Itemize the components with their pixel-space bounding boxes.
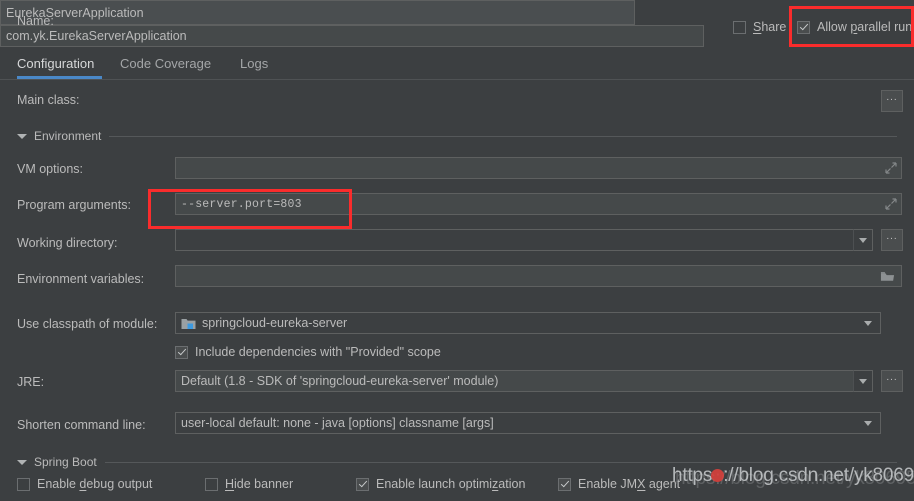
environment-variables-label: Environment variables:	[17, 272, 145, 286]
share-checkbox-label: Share	[753, 20, 787, 34]
section-divider-line	[109, 135, 897, 137]
allow-parallel-run-checkbox[interactable]: Allow parallel run	[797, 20, 912, 34]
folder-icon[interactable]	[880, 270, 895, 282]
main-class-row: Main class:	[17, 93, 80, 107]
enable-launch-optimization-checkbox-box	[356, 477, 369, 491]
program-arguments-row: Program arguments:	[17, 198, 131, 212]
use-classpath-of-module-label: Use classpath of module:	[17, 317, 158, 331]
chevron-down-icon	[859, 237, 867, 243]
include-dependencies-checkbox[interactable]: Include dependencies with "Provided" sco…	[175, 345, 441, 359]
tab-underline-divider	[0, 79, 914, 80]
name-label: Name:	[17, 14, 54, 28]
name-row: Name:	[17, 14, 54, 28]
enable-debug-output-checkbox-box	[17, 477, 30, 491]
watermark: https://blog.csdn.net/yk80695816	[672, 465, 914, 486]
main-class-input[interactable]: com.yk.EurekaServerApplication	[0, 25, 704, 47]
include-dependencies-checkbox-box	[175, 345, 188, 359]
working-directory-browse-button[interactable]: ...	[881, 229, 903, 251]
shorten-command-line-value: user-local default: none - java [options…	[181, 416, 494, 430]
share-checkbox-box	[733, 20, 746, 34]
enable-launch-optimization-checkbox[interactable]: Enable launch optimization	[356, 477, 525, 491]
name-input[interactable]: EurekaServerApplication	[0, 0, 635, 25]
enable-debug-output-label: Enable debug output	[37, 477, 153, 491]
jre-browse-button[interactable]: ...	[881, 370, 903, 392]
use-classpath-of-module-combo[interactable]: springcloud-eureka-server	[175, 312, 881, 334]
environment-section-header[interactable]: Environment	[17, 129, 897, 143]
jre-value: Default (1.8 - SDK of 'springcloud-eurek…	[181, 374, 499, 388]
spring-boot-section-title: Spring Boot	[34, 455, 97, 469]
working-directory-input[interactable]	[175, 229, 853, 251]
chevron-down-icon	[864, 320, 872, 326]
use-classpath-of-module-row: Use classpath of module:	[17, 317, 157, 331]
shorten-command-line-label: Shorten command line:	[17, 418, 146, 432]
expand-icon[interactable]	[885, 162, 897, 174]
tab-code-coverage[interactable]: Code Coverage	[120, 48, 215, 79]
working-directory-label: Working directory:	[17, 236, 118, 250]
hide-banner-checkbox-box	[205, 477, 218, 491]
main-class-browse-button[interactable]: ...	[881, 90, 903, 112]
vm-options-label: VM options:	[17, 162, 84, 176]
section-divider-line	[104, 461, 897, 463]
enable-launch-optimization-label: Enable launch optimization	[376, 477, 526, 491]
enable-jmx-agent-checkbox[interactable]: Enable JMX agent	[558, 477, 680, 491]
module-icon	[181, 317, 196, 330]
tab-configuration[interactable]: Configuration	[17, 48, 102, 79]
working-directory-row: Working directory:	[17, 236, 118, 250]
jre-combo[interactable]: Default (1.8 - SDK of 'springcloud-eurek…	[175, 370, 853, 392]
collapse-triangle-icon	[17, 459, 27, 465]
main-class-label: Main class:	[17, 93, 80, 107]
enable-debug-output-checkbox[interactable]: Enable debug output	[17, 477, 152, 491]
collapse-triangle-icon	[17, 133, 27, 139]
hide-banner-label: Hide banner	[225, 477, 294, 491]
program-arguments-value: --server.port=803	[181, 197, 302, 211]
allow-parallel-run-label: Allow parallel run	[817, 20, 913, 34]
program-arguments-input[interactable]: --server.port=803	[175, 193, 902, 215]
hide-banner-checkbox[interactable]: Hide banner	[205, 477, 293, 491]
shorten-command-line-dropdown-button[interactable]	[858, 412, 878, 434]
vm-options-row: VM options:	[17, 162, 83, 176]
tab-bar: Configuration Code Coverage Logs	[0, 48, 914, 80]
jre-dropdown-button[interactable]	[853, 370, 873, 392]
enable-jmx-agent-label: Enable JMX agent	[578, 477, 681, 491]
chevron-down-icon	[864, 420, 872, 426]
vm-options-input[interactable]	[175, 157, 902, 179]
environment-variables-input[interactable]	[175, 265, 902, 287]
use-classpath-of-module-dropdown-button[interactable]	[858, 312, 878, 334]
allow-parallel-run-checkbox-box	[797, 20, 810, 34]
jre-row: JRE:	[17, 375, 44, 389]
environment-variables-row: Environment variables:	[17, 272, 144, 286]
tab-logs[interactable]: Logs	[240, 48, 280, 79]
program-arguments-label: Program arguments:	[17, 198, 131, 212]
main-class-value: com.yk.EurekaServerApplication	[6, 29, 187, 43]
environment-section-title: Environment	[34, 129, 102, 143]
enable-jmx-agent-checkbox-box	[558, 477, 571, 491]
jre-label: JRE:	[17, 375, 45, 389]
working-directory-dropdown-button[interactable]	[853, 229, 873, 251]
shorten-command-line-row: Shorten command line:	[17, 418, 146, 432]
share-checkbox[interactable]: Share	[733, 20, 786, 34]
expand-icon[interactable]	[885, 198, 897, 210]
shorten-command-line-combo[interactable]: user-local default: none - java [options…	[175, 412, 881, 434]
use-classpath-of-module-value: springcloud-eureka-server	[202, 316, 348, 330]
chevron-down-icon	[859, 378, 867, 384]
include-dependencies-label: Include dependencies with "Provided" sco…	[195, 345, 441, 359]
